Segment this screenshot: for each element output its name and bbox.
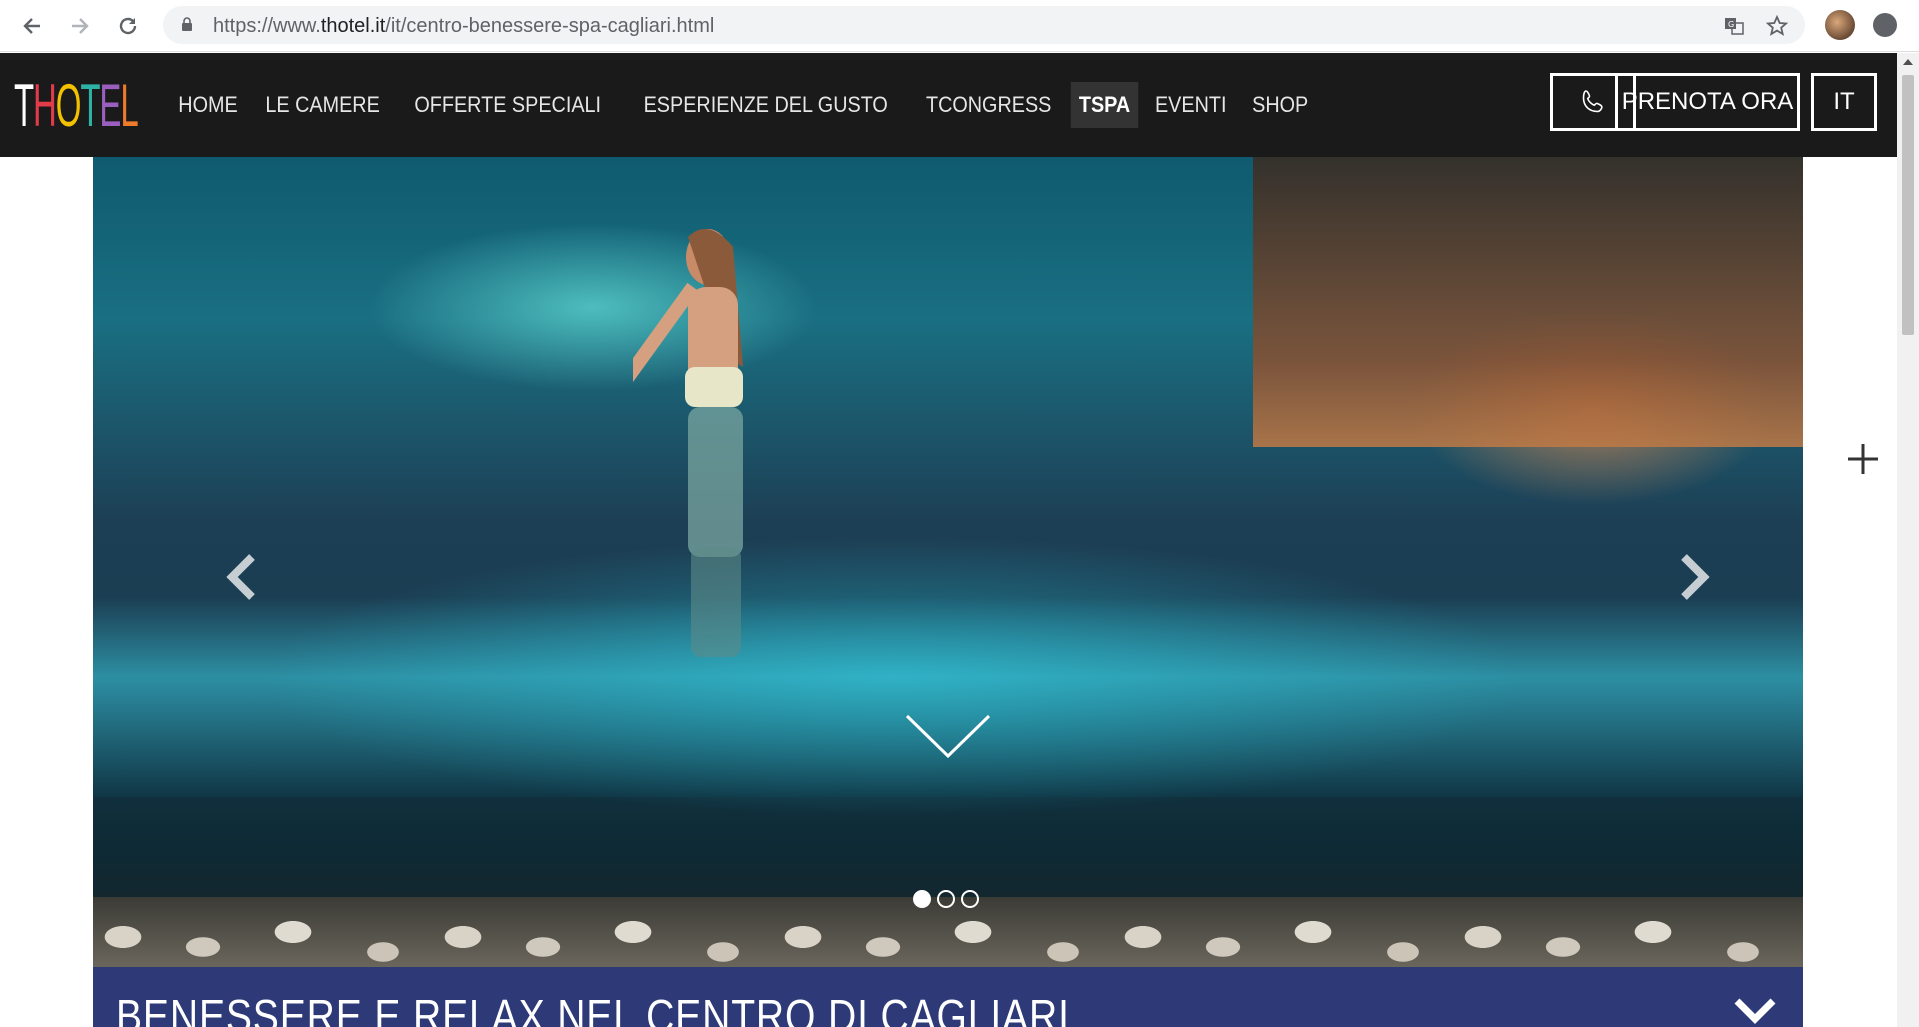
svg-text:G: G [1728, 20, 1734, 29]
site-header: THOTEL HOME LE CAMERE OFFERTE SPECIALI E… [0, 53, 1897, 157]
phone-icon [1582, 90, 1603, 113]
profile-avatar[interactable] [1825, 10, 1855, 40]
extension-icon[interactable] [1873, 13, 1897, 37]
nav-item-home[interactable]: HOME [170, 82, 246, 128]
logo-letter: T [14, 72, 34, 139]
plus-icon[interactable] [1846, 442, 1880, 476]
slider-dot-2[interactable] [937, 890, 955, 908]
address-bar[interactable]: https://www.thotel.it/it/centro-benesser… [163, 6, 1805, 44]
main-nav: HOME LE CAMERE OFFERTE SPECIALI ESPERIEN… [166, 53, 1320, 157]
chevron-right-icon [1681, 554, 1710, 600]
back-icon[interactable] [18, 12, 46, 40]
forward-icon[interactable] [66, 12, 94, 40]
logo-letter: L [120, 72, 138, 139]
scroll-thumb[interactable] [1902, 75, 1914, 335]
scroll-down-icon[interactable] [903, 712, 993, 762]
slider-dot-1[interactable] [913, 890, 931, 908]
thotel-logo[interactable]: THOTEL [14, 72, 139, 139]
url-text: https://www.thotel.it/it/centro-benesser… [213, 15, 715, 37]
hero-image-wall [1253, 157, 1803, 447]
reload-icon[interactable] [114, 12, 142, 40]
nav-item-eventi[interactable]: EVENTI [1147, 82, 1235, 128]
nav-item-esperienze-del-gusto[interactable]: ESPERIENZE DEL GUSTO [635, 82, 895, 128]
logo-letter: T [80, 72, 100, 139]
hero-image-water [93, 597, 1803, 797]
lock-icon [182, 17, 192, 31]
nav-item-offerte-speciali[interactable]: OFFERTE SPECIALI [406, 82, 609, 128]
page-scrollbar[interactable] [1897, 53, 1919, 1027]
section-title: BENESSERE E RELAX NEL CENTRO DI CAGLIARI [116, 990, 1070, 1027]
nav-item-tspa[interactable]: TSPA [1071, 82, 1139, 128]
chevron-left-icon [226, 554, 255, 600]
browser-toolbar: https://www.thotel.it/it/centro-benesser… [0, 0, 1919, 52]
slider-prev-button[interactable] [223, 547, 263, 607]
nav-item-le-camere[interactable]: LE CAMERE [257, 82, 388, 128]
translate-icon[interactable]: G [1723, 15, 1745, 37]
section-title-bar: BENESSERE E RELAX NEL CENTRO DI CAGLIARI [93, 967, 1803, 1027]
logo-letter: H [33, 72, 57, 139]
slider-next-button[interactable] [1673, 547, 1713, 607]
slider-dot-3[interactable] [961, 890, 979, 908]
nav-item-tcongress[interactable]: TCONGRESS [918, 82, 1060, 128]
logo-letter: E [99, 72, 121, 139]
nav-item-shop[interactable]: SHOP [1244, 82, 1316, 128]
hero-image-person [633, 229, 743, 657]
logo-letter: O [55, 72, 82, 139]
scroll-up-arrow[interactable] [1903, 59, 1913, 65]
book-now-button[interactable]: PRENOTA ORA [1615, 73, 1800, 131]
language-button[interactable]: IT [1811, 73, 1877, 131]
hero-slider [93, 157, 1803, 967]
chevron-down-icon[interactable] [1733, 997, 1777, 1027]
star-icon[interactable] [1766, 15, 1788, 37]
slider-dots [913, 890, 979, 908]
